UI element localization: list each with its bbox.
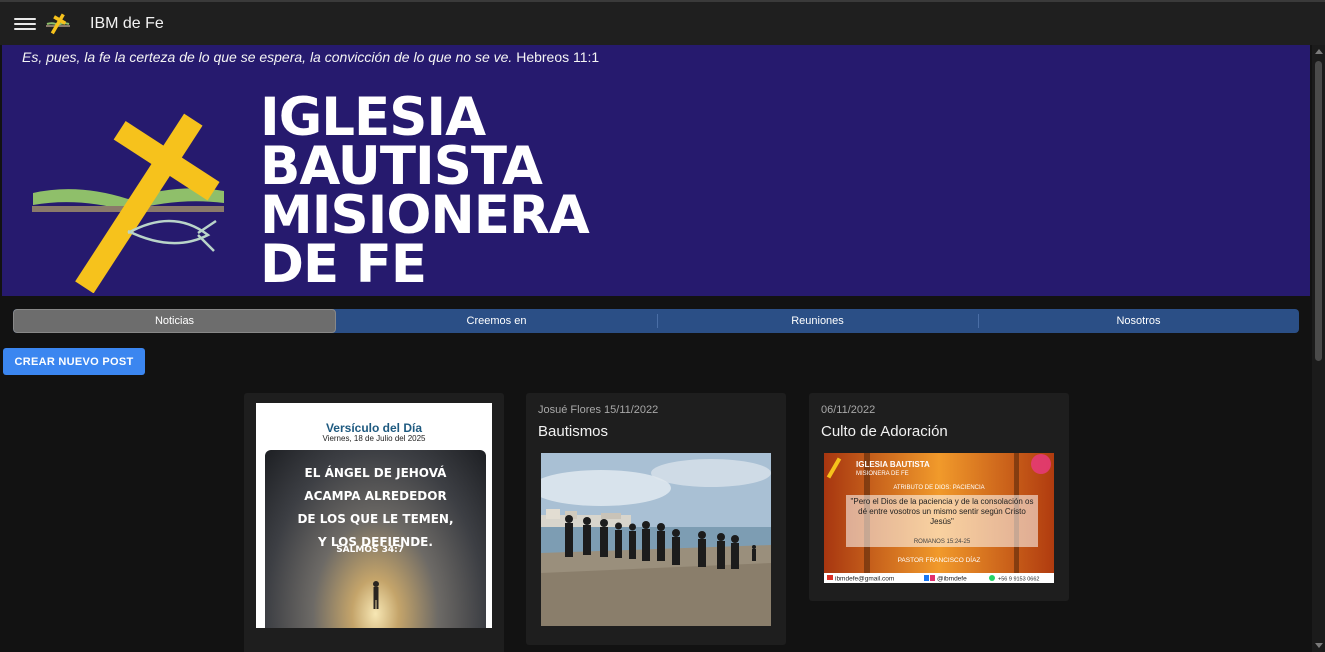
scroll-down-arrow-icon[interactable] xyxy=(1315,643,1323,648)
church-name-line: BAUTISTA xyxy=(260,136,543,197)
tab-creemos-en[interactable]: Creemos en xyxy=(336,309,657,333)
poster-church-line2: MISIONERA DE FE xyxy=(856,471,909,477)
church-banner: Es, pues, la fe la certeza de lo que se … xyxy=(2,45,1310,296)
post-meta: 06/11/2022 xyxy=(821,404,876,416)
church-name-line: MISIONERA xyxy=(260,185,590,246)
cross-book-fish-logo-icon xyxy=(32,113,224,293)
tab-noticias[interactable]: Noticias xyxy=(13,309,336,333)
baptism-beach-photo[interactable] xyxy=(541,453,771,626)
poster-pastor: PASTOR FRANCISCO DÍAZ xyxy=(898,555,981,564)
post-card-culto[interactable]: 06/11/2022 Culto de Adoración IGLESIA BA… xyxy=(809,393,1069,601)
poster-social: @ibmdefe xyxy=(937,576,967,583)
page-scrollbar[interactable] xyxy=(1312,45,1325,652)
tab-reuniones[interactable]: Reuniones xyxy=(657,309,978,333)
walking-person-icon xyxy=(373,581,379,609)
post-title[interactable]: Bautismos xyxy=(538,423,608,440)
poster-church-line1: IGLESIA BAUTISTA xyxy=(856,460,930,469)
banner-verse-ref: Hebreos 11:1 xyxy=(516,49,600,65)
post-title[interactable]: Culto de Adoración xyxy=(821,423,948,440)
verse-of-day-heading: Versículo del Día xyxy=(325,421,423,435)
post-card-versiculo[interactable]: Versículo del Día Viernes, 18 de Julio d… xyxy=(244,393,504,652)
verse-of-day-picture: EL ÁNGEL DE JEHOVÁ ACAMPA ALREDEDOR DE L… xyxy=(265,450,486,628)
poster-email: ibmdefe@gmail.com xyxy=(835,576,894,583)
post-card-bautismos[interactable]: Josué Flores 15/11/2022 Bautismos xyxy=(526,393,786,645)
verse-of-day-date: Viernes, 18 de Julio del 2025 xyxy=(322,434,426,443)
church-name: IGLESIA BAUTISTA MISIONERA DE FE xyxy=(260,87,590,295)
poster-subtitle: ATRIBUTO DE DIOS: PACIENCIA xyxy=(893,485,984,491)
app-bar: IBM de Fe xyxy=(0,0,1325,45)
banner-verse-text: Es, pues, la fe la certeza de lo que se … xyxy=(22,49,513,65)
poster-quote: "Pero el Dios de la paciencia y de la co… xyxy=(850,497,1034,526)
banner-verse: Es, pues, la fe la certeza de lo que se … xyxy=(22,49,599,65)
verse-of-day-ref: SALMOS 34:7 xyxy=(336,545,404,555)
verse-of-day-text: EL ÁNGEL DE JEHOVÁ ACAMPA ALREDEDOR DE L… xyxy=(265,462,486,554)
church-name-line: IGLESIA xyxy=(260,87,486,148)
main-content: Es, pues, la fe la certeza de lo que se … xyxy=(0,45,1312,652)
app-title: IBM de Fe xyxy=(90,14,164,32)
section-tabs: Noticias Creemos en Reuniones Nosotros xyxy=(13,309,1299,333)
scrollbar-thumb[interactable] xyxy=(1315,61,1322,361)
poster-ref: ROMANOS 15:24-25 xyxy=(914,539,971,545)
poster-phone: +56 9 9153 0662 xyxy=(998,577,1039,583)
verse-line: DE LOS QUE LE TEMEN, xyxy=(297,512,454,526)
church-logo-icon[interactable] xyxy=(44,10,72,38)
scroll-up-arrow-icon[interactable] xyxy=(1315,49,1323,54)
church-name-line: DE FE xyxy=(260,234,427,295)
verse-line: ACAMPA ALREDEDOR xyxy=(304,489,447,503)
post-meta: Josué Flores 15/11/2022 xyxy=(538,404,659,416)
hamburger-menu-icon[interactable] xyxy=(14,16,36,32)
worship-service-poster[interactable]: IGLESIA BAUTISTA MISIONERA DE FE ATRIBUT… xyxy=(824,453,1054,583)
verse-line: EL ÁNGEL DE JEHOVÁ xyxy=(304,466,447,480)
tab-nosotros[interactable]: Nosotros xyxy=(978,309,1299,333)
create-post-button[interactable]: CREAR NUEVO POST xyxy=(3,348,145,375)
verse-of-day-image[interactable]: Versículo del Día Viernes, 18 de Julio d… xyxy=(256,403,492,628)
